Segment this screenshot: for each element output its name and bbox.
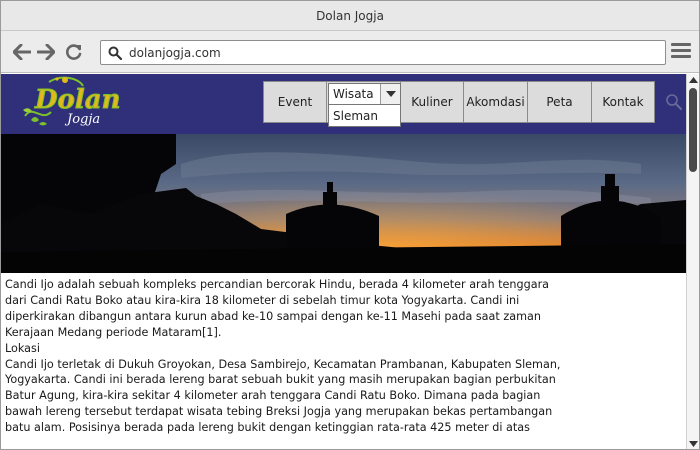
article-paragraph-intro: Candi Ijo adalah sebuah kompleks percand… xyxy=(5,278,550,339)
logo-main-text: Dolan xyxy=(34,85,121,115)
address-bar[interactable]: dolanjogja.com xyxy=(100,40,666,65)
article-body: Candi Ijo adalah sebuah kompleks percand… xyxy=(5,277,565,436)
scrollbar-thumb[interactable] xyxy=(689,88,697,172)
forward-button[interactable] xyxy=(35,42,57,62)
logo-sub-text: Jogja xyxy=(64,112,100,127)
site-logo[interactable]: Dolan Jogja xyxy=(21,76,121,132)
page-viewport: Dolan Jogja Event Wisata Sleman Kuliner xyxy=(1,74,686,449)
reload-button[interactable] xyxy=(63,42,85,62)
chevron-down-icon[interactable] xyxy=(380,84,400,104)
article-paragraph-lokasi: Candi Ijo terletak di Dukuh Groyokan, De… xyxy=(5,357,561,435)
nav-item-kuliner[interactable]: Kuliner xyxy=(401,82,464,122)
site-header: Dolan Jogja Event Wisata Sleman Kuliner xyxy=(1,74,686,134)
main-nav: Event Wisata Sleman Kuliner Akomdasi Pet… xyxy=(263,81,655,127)
wisata-option-sleman[interactable]: Sleman xyxy=(328,105,401,127)
forward-arrow-icon xyxy=(37,44,55,60)
hamburger-menu-icon xyxy=(671,43,691,58)
address-text: dolanjogja.com xyxy=(129,45,221,60)
nav-item-kontak[interactable]: Kontak xyxy=(592,82,654,122)
back-button[interactable] xyxy=(11,42,33,62)
nav-dropdown-wisata[interactable]: Wisata Sleman xyxy=(327,82,401,127)
reload-icon xyxy=(66,44,82,60)
back-arrow-icon xyxy=(13,44,31,60)
hero-image xyxy=(1,134,686,273)
search-icon xyxy=(101,46,129,60)
nav-item-event[interactable]: Event xyxy=(264,82,327,122)
window-title: Dolan Jogja xyxy=(316,8,384,23)
scroll-up-arrow-icon[interactable] xyxy=(687,74,699,86)
title-bar: Dolan Jogja xyxy=(1,1,699,31)
wisata-select[interactable]: Wisata xyxy=(328,83,401,105)
temple-sunset-photo xyxy=(1,134,686,273)
browser-menu-button[interactable] xyxy=(671,43,691,61)
article-heading-lokasi: Lokasi xyxy=(5,341,40,355)
nav-item-akomodasi[interactable]: Akomdasi xyxy=(464,82,528,122)
site-search-icon[interactable] xyxy=(665,93,683,111)
wisata-selected-value: Wisata xyxy=(333,87,374,101)
vertical-scrollbar[interactable] xyxy=(686,74,699,449)
browser-toolbar: dolanjogja.com xyxy=(1,31,699,73)
scroll-down-arrow-icon[interactable] xyxy=(687,438,699,449)
nav-item-peta[interactable]: Peta xyxy=(528,82,592,122)
browser-window: Dolan Jogja dolanjogja.com Dolan Jogja E… xyxy=(0,0,700,450)
